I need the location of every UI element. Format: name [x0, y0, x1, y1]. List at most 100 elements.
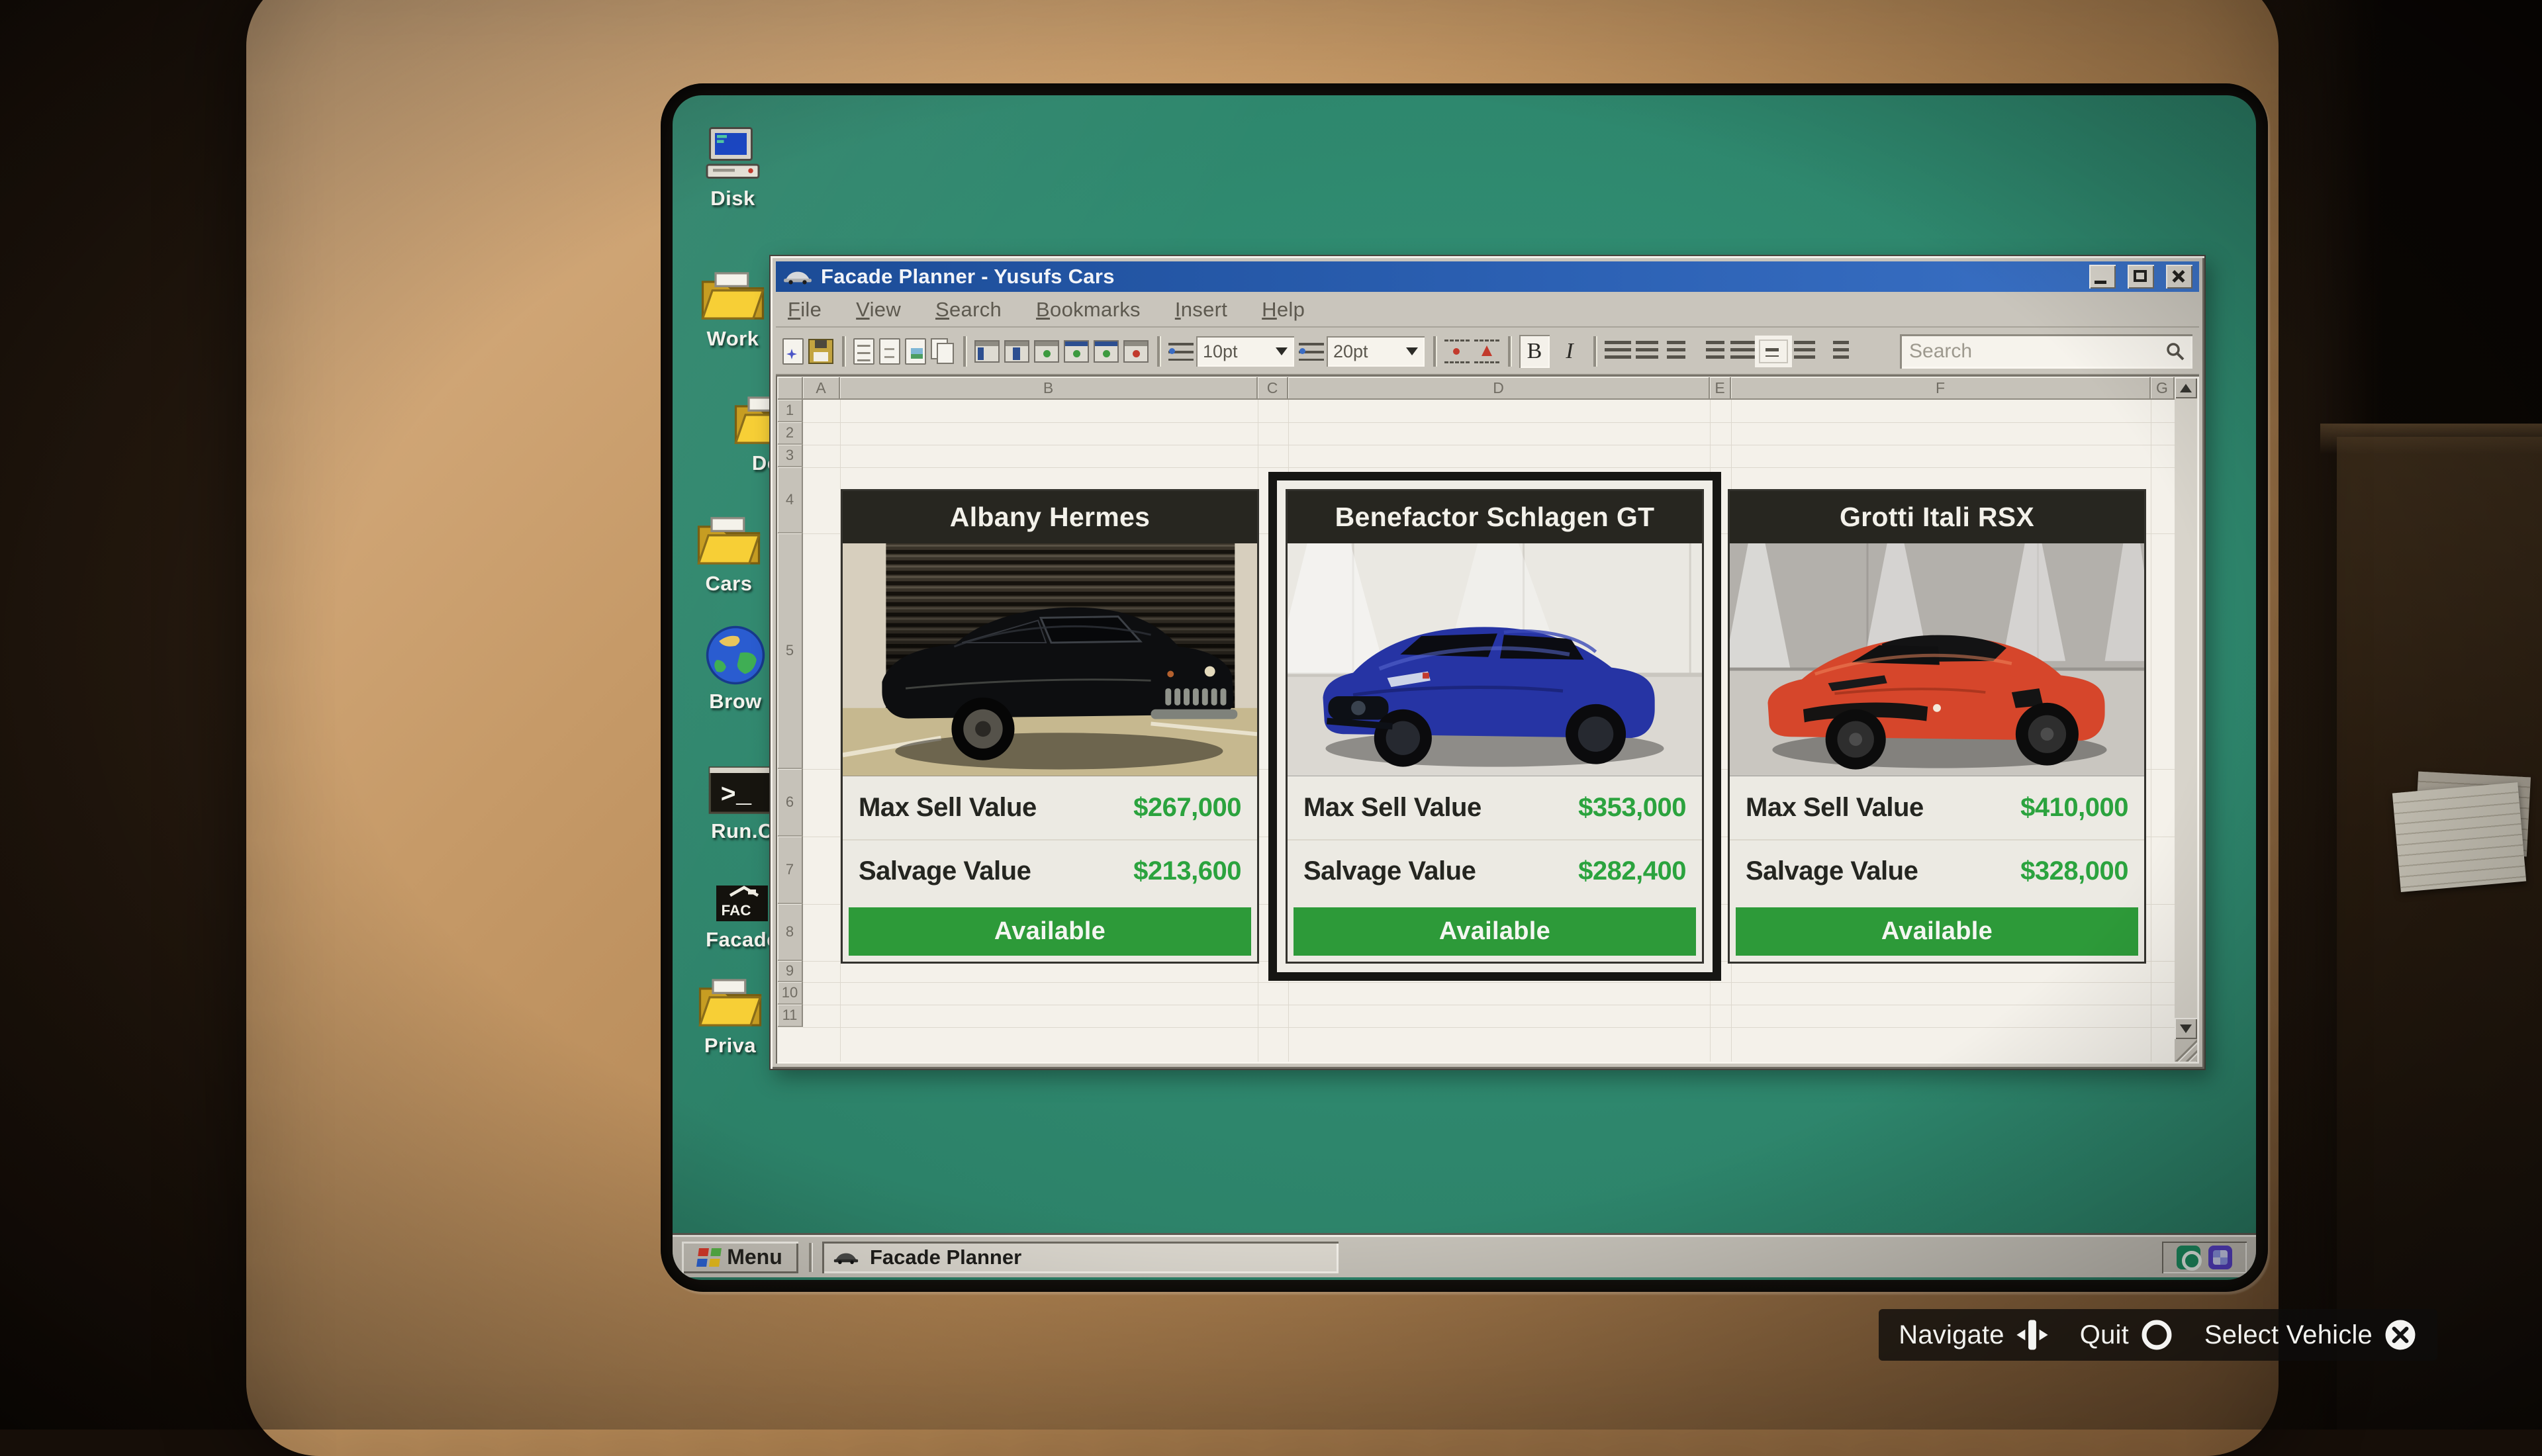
max-sell-row: Max Sell Value $410,000: [1730, 776, 2144, 839]
vehicle-card-header: Benefactor Schlagen GT: [1288, 491, 1702, 543]
row-header: 11: [778, 1005, 803, 1027]
gridline: [803, 1027, 2175, 1028]
row-header: 9: [778, 961, 803, 982]
vertical-scrollbar[interactable]: [2175, 377, 2197, 1039]
layout-left-pane-icon[interactable]: [974, 340, 1000, 363]
maximize-button[interactable]: [2128, 265, 2154, 289]
close-button[interactable]: [2166, 265, 2192, 289]
record-stop-icon[interactable]: [1123, 340, 1149, 363]
desktop-screen: Disk Work Do: [673, 95, 2256, 1280]
hud-quit: Quit: [2080, 1318, 2174, 1352]
start-menu-button[interactable]: Menu: [682, 1242, 798, 1273]
chevron-down-icon: [1406, 347, 1418, 355]
minimize-button[interactable]: [2089, 265, 2116, 289]
line-spacing-icon: [1168, 340, 1194, 363]
vehicle-card-grotti-itali-rsx[interactable]: Grotti Itali RSX: [1728, 489, 2146, 964]
layout-header-marker-icon[interactable]: [1064, 340, 1089, 363]
desktop-icon-private[interactable]: Priva: [681, 973, 780, 1058]
border-arrow-icon[interactable]: [1474, 340, 1499, 363]
salvage-row: Salvage Value $213,600: [843, 839, 1257, 902]
italic-button[interactable]: I: [1554, 335, 1585, 368]
page-image-icon[interactable]: [905, 338, 926, 365]
line-spacing-combo[interactable]: 10pt: [1168, 336, 1294, 367]
border-spacing-icon[interactable]: [1444, 340, 1470, 363]
svg-text:FAC: FAC: [722, 902, 751, 919]
system-tray: [2162, 1242, 2247, 1273]
corner-cell: [778, 377, 803, 400]
paragraph-spacing-combo[interactable]: 20pt: [1299, 336, 1425, 367]
align-option-icon[interactable]: [1636, 341, 1662, 362]
align-left-icon[interactable]: [1667, 341, 1693, 362]
page-fields-icon[interactable]: [879, 338, 900, 365]
side-desk: [2337, 437, 2542, 1430]
scroll-down-button[interactable]: [2175, 1018, 2197, 1039]
gridline: [803, 982, 2175, 983]
desktop-icon-label: Priva: [681, 1034, 780, 1058]
desktop-icon-cars[interactable]: Cars: [679, 511, 778, 596]
align-option-icon[interactable]: [1605, 341, 1631, 362]
row-header: 2: [778, 422, 803, 445]
gridline: [803, 422, 2175, 423]
vehicle-image-grotti-itali-rsx: [1730, 543, 2144, 776]
align-frame-icon[interactable]: [1822, 341, 1849, 362]
taskbar: Menu Facade Planner: [673, 1235, 2256, 1277]
vehicle-card-albany-hermes[interactable]: Albany Hermes: [841, 489, 1259, 964]
green-app-icon[interactable]: [2177, 1246, 2200, 1269]
four-color-flag-icon: [696, 1248, 722, 1267]
layout-center-pane-icon[interactable]: [1004, 340, 1029, 363]
menu-insert[interactable]: Insert: [1175, 298, 1227, 322]
sheet-body: 1 2 3 4 5 6 7 8 9 10 11: [778, 400, 2175, 1062]
menu-search[interactable]: Search: [935, 298, 1002, 322]
menu-bookmarks[interactable]: Bookmarks: [1036, 298, 1141, 322]
vehicle-card-benefactor-schlagen-gt[interactable]: Benefactor Schlagen GT: [1286, 489, 1704, 964]
hud-navigate-label: Navigate: [1899, 1320, 2004, 1350]
task-button-facade-planner[interactable]: Facade Planner: [822, 1242, 1339, 1273]
row-header: 4: [778, 467, 803, 533]
align-active-icon[interactable]: [1760, 341, 1787, 362]
save-icon[interactable]: [808, 339, 833, 364]
scroll-up-button[interactable]: [2175, 377, 2197, 398]
resize-grip[interactable]: [2175, 1039, 2197, 1062]
desktop-icon-label: Cars: [679, 572, 778, 596]
menu-view[interactable]: View: [856, 298, 901, 322]
page-text-icon[interactable]: [853, 338, 874, 365]
salvage-label: Salvage Value: [1746, 856, 1918, 886]
row-header: 7: [778, 837, 803, 904]
window-titlebar[interactable]: Facade Planner - Yusufs Cars: [776, 261, 2199, 292]
sheet-area: A B C D E F G 1 2 3: [776, 375, 2199, 1064]
toolbar: 10pt 20pt B I: [776, 329, 2199, 375]
availability-banner: Available: [1736, 907, 2138, 956]
car-icon: [782, 269, 813, 285]
layout-header-marker-icon[interactable]: [1094, 340, 1119, 363]
availability-banner: Available: [849, 907, 1251, 956]
column-header: B: [840, 377, 1258, 400]
toolbar-separator: [842, 336, 845, 367]
column-header: D: [1288, 377, 1710, 400]
search-input[interactable]: [1900, 340, 2151, 363]
salvage-value: $328,000: [2020, 856, 2128, 886]
vehicle-image-albany-hermes: [843, 543, 1257, 776]
align-right-icon[interactable]: [1698, 341, 1724, 362]
duplicate-page-icon[interactable]: [931, 338, 955, 365]
hud-select-vehicle-label: Select Vehicle: [2204, 1320, 2373, 1350]
salvage-value: $213,600: [1133, 856, 1241, 886]
align-justify-icon[interactable]: [1729, 341, 1756, 362]
availability-label: Available: [1881, 917, 1993, 946]
desktop-icon-work[interactable]: Work: [683, 266, 782, 351]
folder-icon: [679, 511, 778, 568]
align-center-icon[interactable]: [1791, 341, 1818, 362]
chevron-down-icon: [1276, 347, 1288, 355]
bold-button[interactable]: B: [1519, 335, 1550, 368]
row-header: 1: [778, 400, 803, 422]
max-sell-label: Max Sell Value: [1746, 793, 1924, 823]
menu-help[interactable]: Help: [1262, 298, 1305, 322]
menu-file[interactable]: File: [788, 298, 822, 322]
new-document-icon[interactable]: [782, 338, 804, 365]
column-header: C: [1258, 377, 1288, 400]
desktop-icon-label: Disk: [683, 187, 782, 210]
side-desk-top: [2320, 424, 2542, 454]
purple-grid-icon[interactable]: [2208, 1246, 2232, 1269]
layout-marker-icon[interactable]: [1034, 340, 1059, 363]
desktop-icon-disk[interactable]: Disk: [683, 126, 782, 210]
taskbar-separator: [809, 1243, 812, 1272]
